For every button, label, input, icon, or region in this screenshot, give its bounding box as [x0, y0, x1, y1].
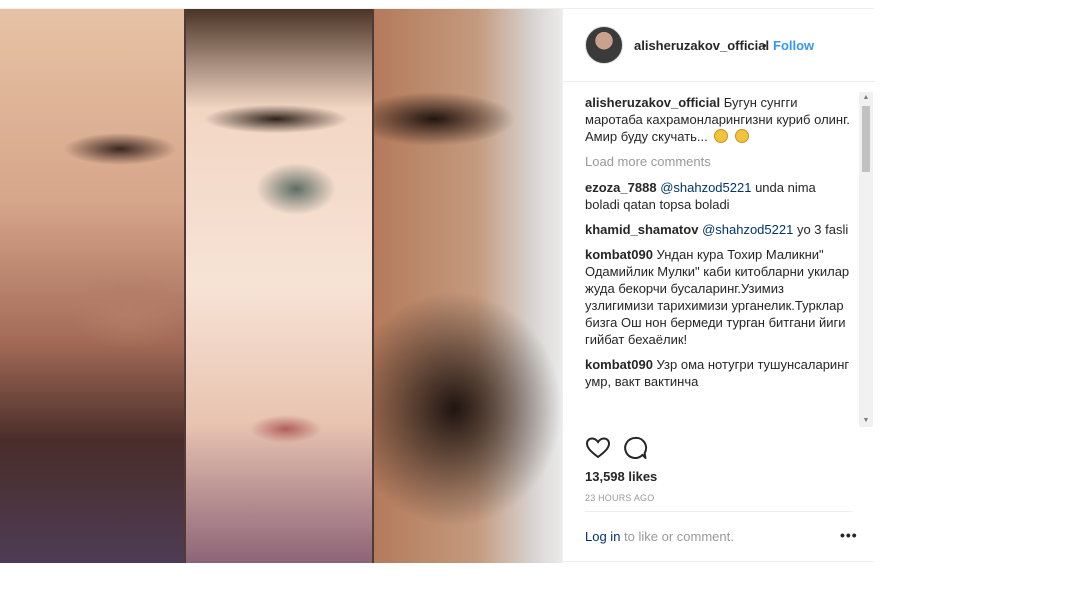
login-link[interactable]: Log in	[585, 529, 620, 544]
header-username[interactable]: alisheruzakov_official	[634, 38, 769, 53]
divider	[585, 511, 853, 512]
post-side-panel: alisheruzakov_official • Follow alisheru…	[562, 9, 875, 563]
likes-count[interactable]: 13,598 likes	[585, 469, 657, 484]
comments-scrollbar[interactable]: ▲ ▼	[859, 92, 873, 427]
comment-item: kombat090 Ундан кура Тохир Маликни" Одам…	[585, 246, 853, 348]
photo-strip-right-face	[374, 9, 562, 563]
scrollbar-thumb[interactable]	[862, 106, 870, 172]
comment-item: khamid_shamatov @shahzod5221 yo 3 fasli	[585, 221, 853, 238]
caption: alisheruzakov_official Бугун сунгги маро…	[585, 94, 853, 145]
comment-username[interactable]: kombat090	[585, 357, 653, 372]
more-dots-icon[interactable]: •••	[840, 527, 858, 543]
comment-text: yo 3 fasli	[793, 222, 849, 237]
login-prompt: Log in to like or comment.	[585, 529, 734, 544]
comment-username[interactable]: khamid_shamatov	[585, 222, 698, 237]
comment-mention[interactable]: @shahzod5221	[702, 222, 793, 237]
post-actions	[585, 435, 665, 465]
heart-icon[interactable]	[585, 435, 611, 461]
scroll-up-arrow-icon[interactable]: ▲	[859, 92, 873, 104]
comment-bubble-icon[interactable]	[622, 435, 648, 461]
instagram-post: alisheruzakov_official • Follow alisheru…	[0, 8, 875, 563]
caption-text-line2: Амир буду скучать...	[585, 129, 708, 144]
comment-item: kombat090 Узр ома нотугри тушунсаларинг …	[585, 356, 853, 390]
photo-strip-left-face	[0, 9, 184, 563]
comment-text: Ундан кура Тохир Маликни" Одамийлик Мулк…	[585, 247, 850, 347]
comment-item: ezoza_7888 @shahzod5221 unda nima boladi…	[585, 179, 853, 213]
photo-strip-middle-face	[186, 9, 372, 563]
post-timestamp[interactable]: 23 HOURS AGO	[585, 493, 654, 503]
caption-username[interactable]: alisheruzakov_official	[585, 95, 720, 110]
avatar[interactable]	[585, 26, 623, 64]
post-photo[interactable]	[0, 9, 562, 563]
disappointed-face-emoji-icon	[735, 129, 750, 143]
follow-button[interactable]: Follow	[773, 38, 814, 53]
login-prompt-text: to like or comment.	[620, 529, 734, 544]
comments-list[interactable]: alisheruzakov_official Бугун сунгги маро…	[585, 94, 853, 426]
header-separator: •	[762, 38, 767, 53]
comment-username[interactable]: kombat090	[585, 247, 653, 262]
photo-strip-divider	[372, 9, 374, 563]
photo-strip-divider	[184, 9, 186, 563]
post-header: alisheruzakov_official • Follow	[563, 9, 875, 82]
comment-username[interactable]: ezoza_7888	[585, 180, 657, 195]
scroll-down-arrow-icon[interactable]: ▼	[859, 415, 873, 427]
comment-mention[interactable]: @shahzod5221	[660, 180, 751, 195]
load-more-comments-link[interactable]: Load more comments	[585, 153, 853, 170]
persevering-face-emoji-icon	[714, 129, 729, 143]
